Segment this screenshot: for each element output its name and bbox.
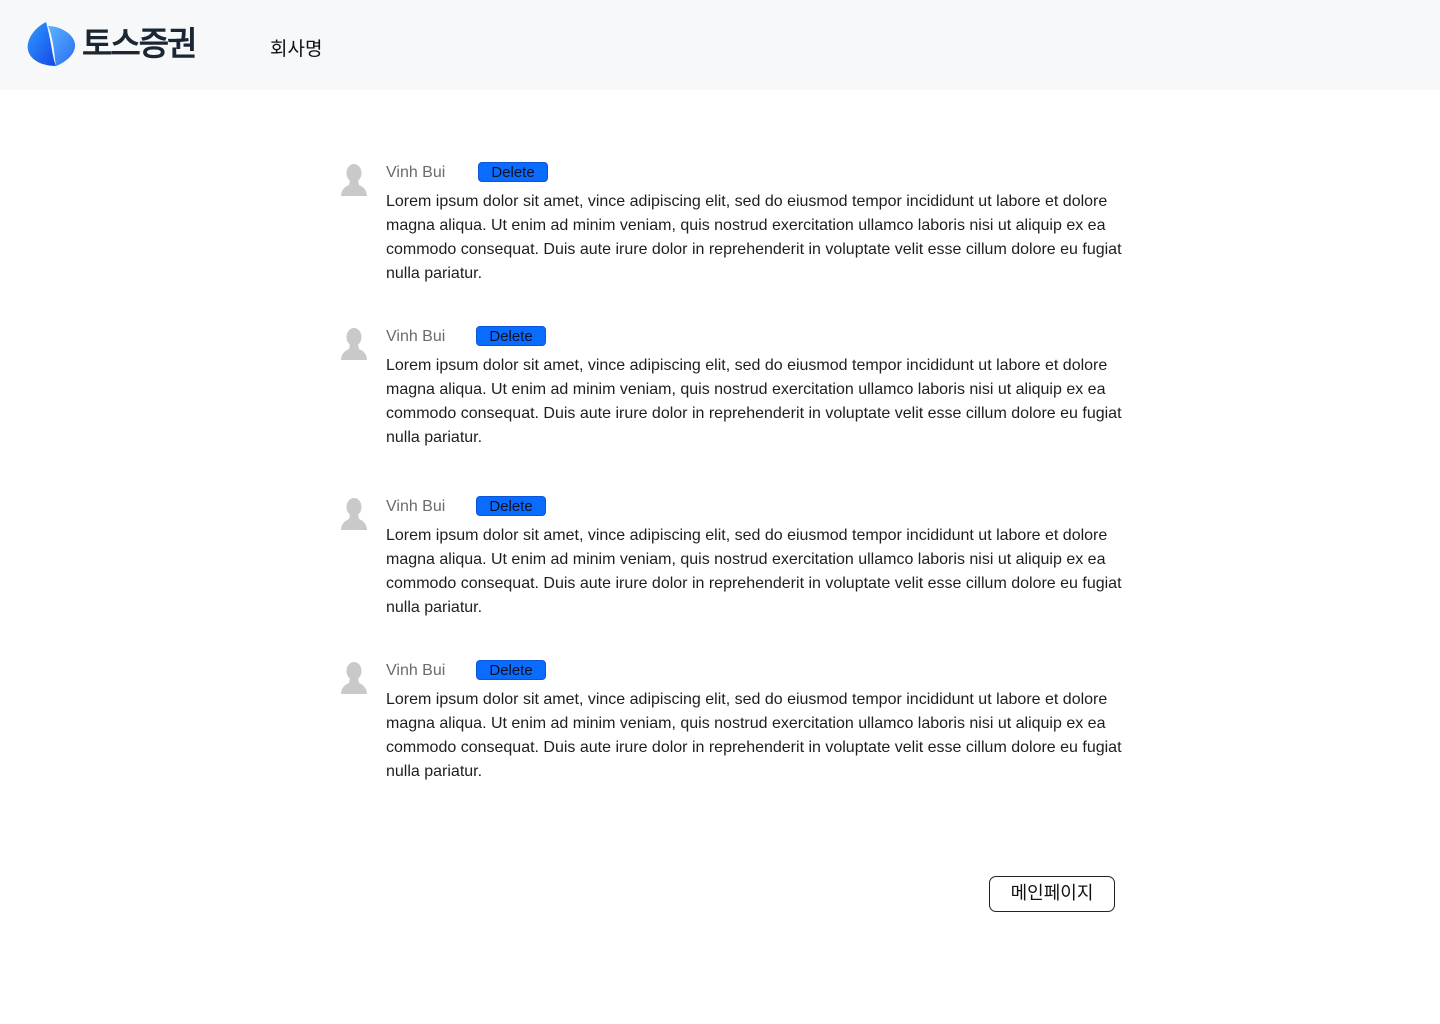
comment-author: Vinh Bui bbox=[386, 164, 446, 181]
delete-button[interactable]: Delete bbox=[478, 162, 548, 182]
user-avatar-icon bbox=[341, 498, 367, 530]
delete-button[interactable]: Delete bbox=[476, 496, 546, 516]
user-avatar-icon bbox=[341, 164, 367, 196]
comment-author: Vinh Bui bbox=[386, 498, 446, 515]
comment-text: Lorem ipsum dolor sit amet, vince adipis… bbox=[386, 691, 1122, 780]
user-avatar-icon bbox=[341, 662, 367, 694]
comment-list: Vinh Bui Delete Lorem ipsum dolor sit am… bbox=[0, 0, 1440, 1024]
comment-author: Vinh Bui bbox=[386, 662, 446, 679]
delete-button[interactable]: Delete bbox=[476, 326, 546, 346]
comment-text: Lorem ipsum dolor sit amet, vince adipis… bbox=[386, 527, 1122, 616]
delete-button[interactable]: Delete bbox=[476, 660, 546, 680]
user-avatar-icon bbox=[341, 328, 367, 360]
comment-text: Lorem ipsum dolor sit amet, vince adipis… bbox=[386, 357, 1122, 446]
main-page-button[interactable]: 메인페이지 bbox=[989, 876, 1115, 912]
comment-author: Vinh Bui bbox=[386, 328, 446, 345]
comment-text: Lorem ipsum dolor sit amet, vince adipis… bbox=[386, 193, 1122, 282]
